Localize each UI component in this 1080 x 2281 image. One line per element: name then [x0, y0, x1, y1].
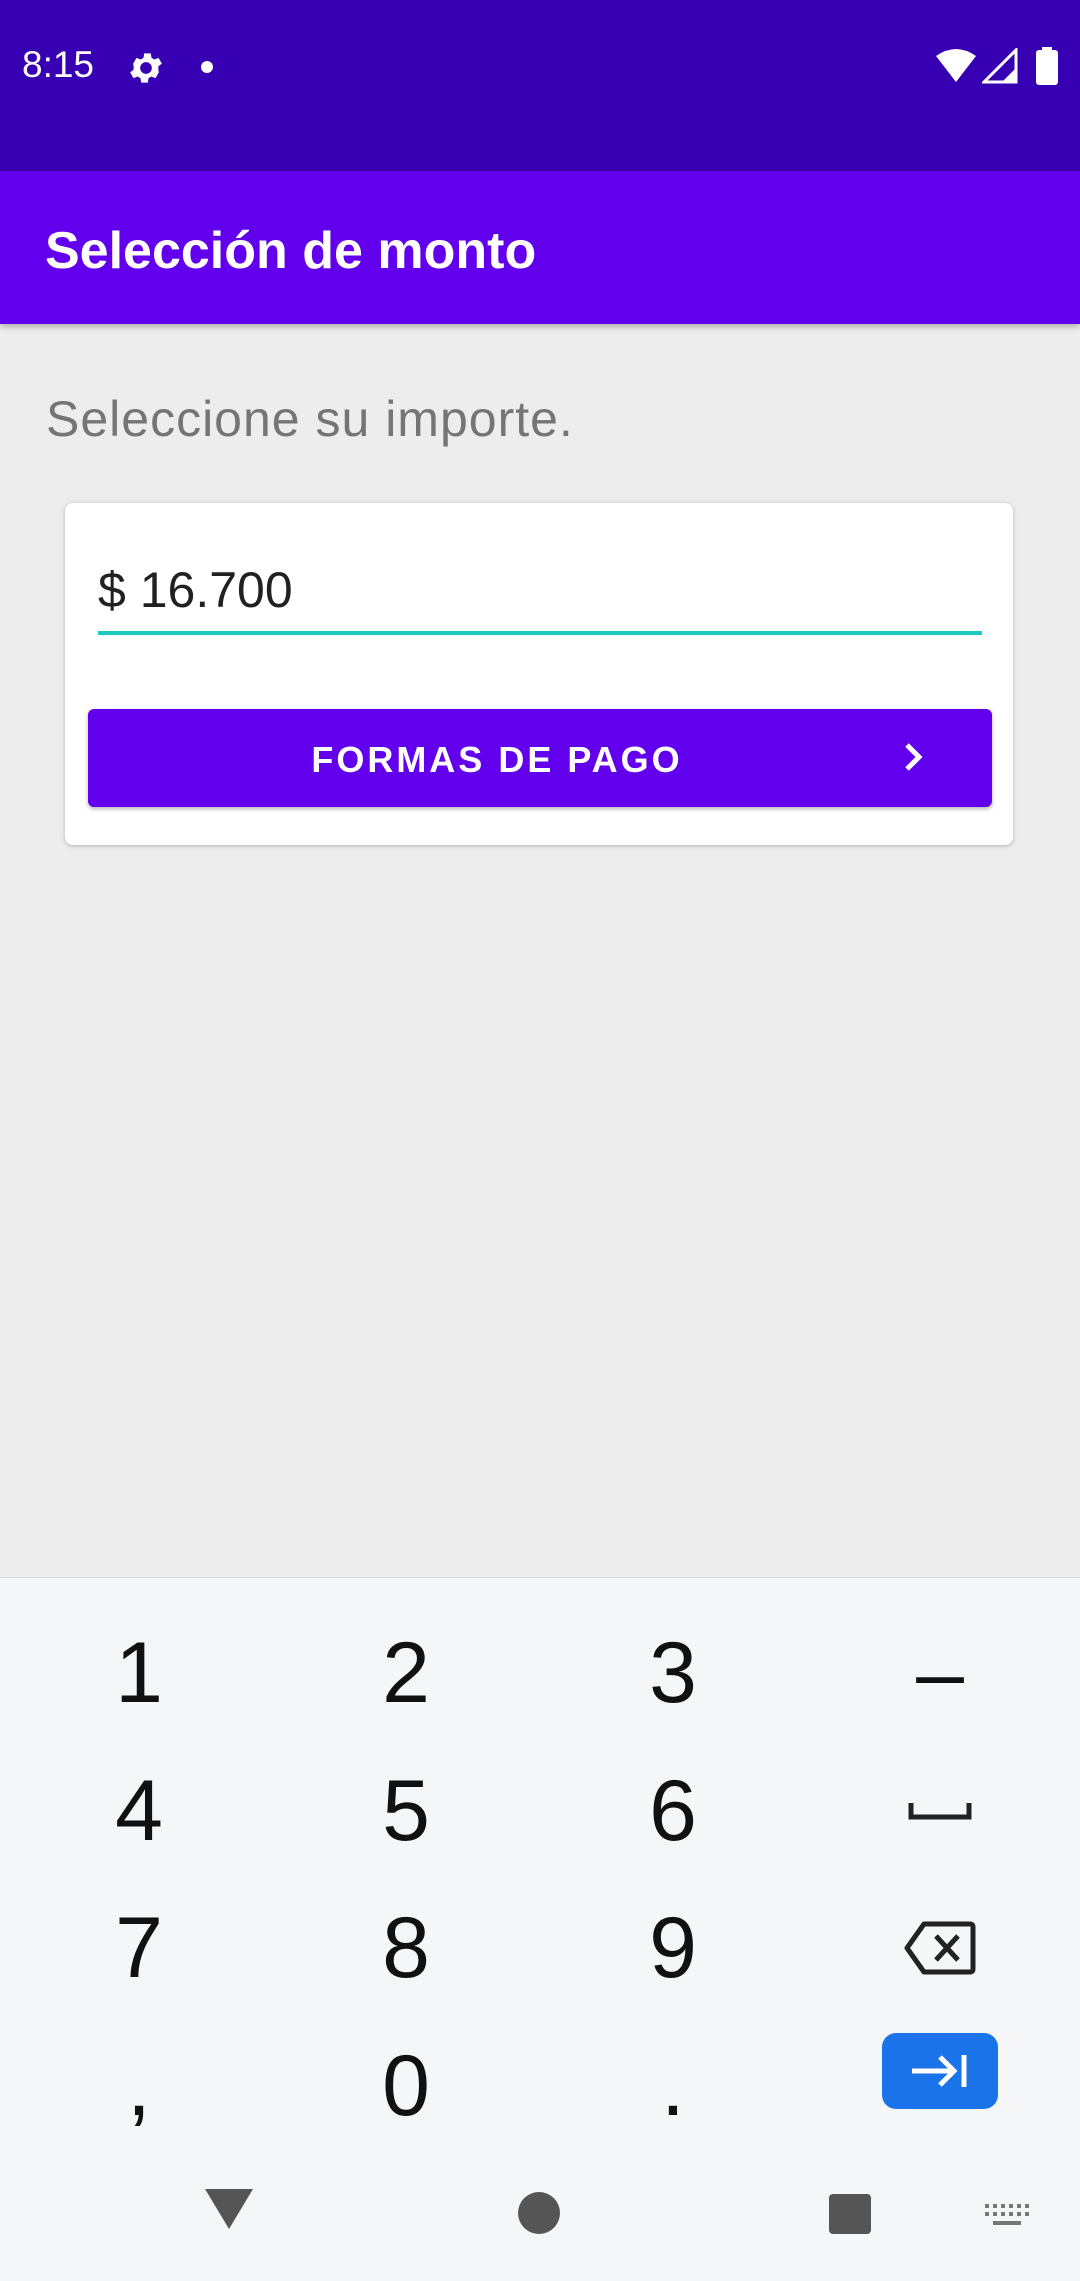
space-bar-icon — [908, 1803, 972, 1820]
amount-prompt: Seleccione su importe. — [46, 391, 574, 447]
key-comma[interactable]: , — [29, 2021, 249, 2151]
amount-input-value: $ 16.700 — [98, 562, 293, 618]
battery-icon — [1036, 47, 1058, 85]
key-9[interactable]: 9 — [563, 1883, 783, 2013]
key-space[interactable] — [830, 1746, 1050, 1876]
key-period[interactable]: . — [563, 2021, 783, 2151]
key-4[interactable]: 4 — [29, 1746, 249, 1876]
amount-input[interactable]: $ 16.700 — [98, 553, 982, 635]
key-1[interactable]: 1 — [29, 1608, 249, 1738]
backspace-icon — [904, 1921, 976, 1975]
payment-methods-button-label: FORMAS DE PAGO — [311, 739, 683, 780]
key-8[interactable]: 8 — [296, 1883, 516, 2013]
key-backspace[interactable] — [830, 1883, 1050, 2013]
key-2[interactable]: 2 — [296, 1608, 516, 1738]
app-bar: Selección de monto — [0, 171, 1080, 324]
next-field-icon — [912, 2055, 967, 2087]
key-minus[interactable]: – — [830, 1608, 1050, 1738]
notification-dot-icon — [201, 61, 213, 73]
keyboard-switch-icon[interactable] — [985, 2204, 1029, 2228]
key-3[interactable]: 3 — [563, 1608, 783, 1738]
amount-card: $ 16.700 FORMAS DE PAGO — [65, 503, 1013, 845]
key-5[interactable]: 5 — [296, 1746, 516, 1876]
key-0[interactable]: 0 — [296, 2021, 516, 2151]
status-time: 8:15 — [22, 44, 95, 85]
key-7[interactable]: 7 — [29, 1883, 249, 2013]
settings-gear-icon — [130, 53, 162, 83]
enter-key[interactable] — [882, 2033, 998, 2109]
key-6[interactable]: 6 — [563, 1746, 783, 1876]
chevron-right-icon — [905, 743, 923, 771]
nav-recents-icon[interactable] — [829, 2194, 871, 2234]
payment-methods-button[interactable]: FORMAS DE PAGO — [88, 709, 992, 807]
page-title: Selección de monto — [45, 222, 537, 280]
numeric-keyboard: 1 2 3 – 4 5 6 7 8 9 , 0 . — [0, 1577, 1080, 2281]
nav-home-icon[interactable] — [518, 2192, 560, 2234]
nav-back-icon[interactable] — [203, 2185, 255, 2231]
wifi-icon — [936, 49, 976, 82]
status-bar: 8:15 — [0, 0, 1080, 171]
cell-signal-icon — [982, 48, 1018, 84]
